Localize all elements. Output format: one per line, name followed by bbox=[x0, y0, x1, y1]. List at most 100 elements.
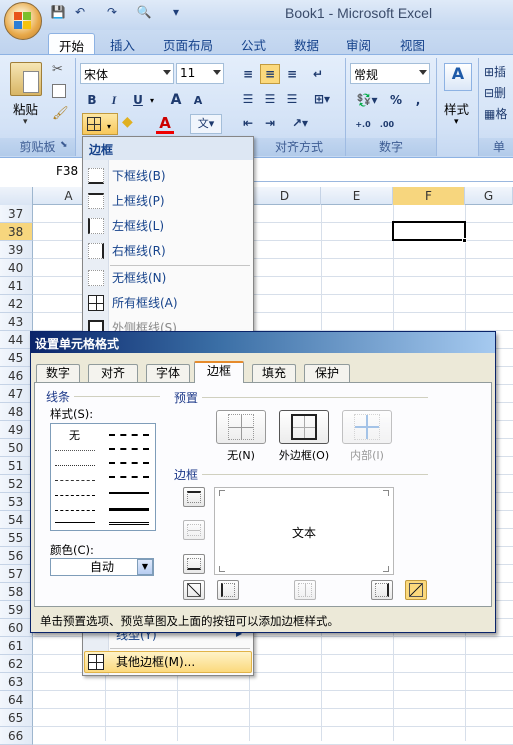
column-header-e[interactable]: E bbox=[321, 187, 393, 205]
row-header[interactable]: 38 bbox=[0, 223, 33, 241]
row-header[interactable]: 39 bbox=[0, 241, 33, 259]
tab-data[interactable]: 数据 bbox=[284, 33, 329, 55]
save-icon[interactable]: 💾 bbox=[50, 5, 66, 21]
bold-button[interactable]: B bbox=[82, 90, 102, 110]
menu-item-all-borders[interactable]: 所有框线(A) bbox=[112, 292, 178, 314]
format-painter-icon[interactable]: 🖌 bbox=[52, 106, 69, 121]
align-left-icon[interactable]: ☰ bbox=[238, 89, 258, 109]
tab-formulas[interactable]: 公式 bbox=[231, 33, 276, 55]
line-style-option[interactable] bbox=[55, 522, 95, 523]
qat-more-icon[interactable]: ▾ bbox=[168, 5, 184, 21]
line-style-none[interactable]: 无 bbox=[69, 427, 80, 443]
font-name-combo[interactable]: 宋体 bbox=[80, 63, 174, 84]
clipboard-launcher-icon[interactable]: ⬊ bbox=[60, 140, 68, 150]
row-header[interactable]: 55 bbox=[0, 529, 33, 547]
align-center-icon[interactable]: ☰ bbox=[260, 89, 280, 109]
row-header[interactable]: 48 bbox=[0, 403, 33, 421]
line-style-option[interactable] bbox=[109, 522, 149, 525]
font-color-icon[interactable]: A bbox=[156, 114, 174, 134]
name-box[interactable]: F38 bbox=[0, 162, 82, 182]
preset-outline-button[interactable] bbox=[279, 410, 329, 444]
italic-button[interactable]: I bbox=[104, 90, 124, 110]
dialog-tab-fill[interactable]: 填充 bbox=[252, 364, 296, 382]
cut-icon[interactable]: ✂ bbox=[52, 62, 63, 77]
copy-icon[interactable] bbox=[52, 84, 66, 98]
border-diagonal-down-button[interactable] bbox=[405, 580, 427, 600]
underline-button[interactable]: U bbox=[128, 90, 148, 110]
line-style-option[interactable] bbox=[109, 434, 149, 436]
styles-icon[interactable]: A bbox=[444, 63, 472, 91]
font-size-combo[interactable]: 11 bbox=[176, 63, 224, 84]
tab-insert[interactable]: 插入 bbox=[100, 33, 145, 55]
row-header[interactable]: 50 bbox=[0, 439, 33, 457]
row-header[interactable]: 49 bbox=[0, 421, 33, 439]
align-middle-icon[interactable]: ≡ bbox=[260, 64, 280, 84]
paste-button[interactable]: 粘贴 bbox=[13, 99, 38, 118]
line-style-option[interactable] bbox=[55, 480, 95, 481]
border-preview[interactable]: 文本 bbox=[214, 487, 394, 575]
row-header[interactable]: 41 bbox=[0, 277, 33, 295]
wrap-text-icon[interactable]: ↵ bbox=[308, 64, 328, 84]
line-style-option[interactable] bbox=[109, 448, 149, 450]
border-diagonal-up-button[interactable] bbox=[183, 580, 205, 600]
currency-icon[interactable]: 💱▾ bbox=[352, 90, 382, 110]
row-header[interactable]: 43 bbox=[0, 313, 33, 331]
preset-inside-button[interactable] bbox=[342, 410, 392, 444]
line-style-option[interactable] bbox=[55, 465, 95, 466]
column-header-g[interactable]: G bbox=[465, 187, 513, 205]
line-style-option[interactable] bbox=[109, 508, 149, 511]
row-header[interactable]: 46 bbox=[0, 367, 33, 385]
undo-icon[interactable]: ↶ bbox=[72, 5, 88, 21]
menu-item-more-borders[interactable]: 其他边框(M)... bbox=[116, 651, 195, 673]
active-cell[interactable] bbox=[392, 221, 466, 241]
row-header[interactable]: 42 bbox=[0, 295, 33, 313]
redo-icon[interactable]: ↷ bbox=[104, 5, 120, 21]
line-style-list[interactable]: 无 bbox=[50, 423, 156, 531]
align-bottom-icon[interactable]: ≡ bbox=[282, 64, 302, 84]
increase-indent-icon[interactable]: ⇥ bbox=[260, 113, 280, 133]
print-preview-icon[interactable]: 🔍 bbox=[136, 5, 152, 21]
grow-font-button[interactable]: A bbox=[166, 90, 186, 110]
row-header[interactable]: 57 bbox=[0, 565, 33, 583]
styles-button[interactable]: 样式 bbox=[444, 99, 469, 118]
row-header[interactable]: 63 bbox=[0, 673, 33, 691]
row-header[interactable]: 62 bbox=[0, 655, 33, 673]
line-style-option[interactable] bbox=[109, 492, 149, 494]
chevron-down-icon[interactable]: ▼ bbox=[137, 559, 153, 575]
line-style-option[interactable] bbox=[55, 510, 95, 511]
menu-item-bottom-border[interactable]: 下框线(B) bbox=[112, 165, 166, 187]
border-left-button[interactable] bbox=[217, 580, 239, 600]
phonetic-icon[interactable]: 文▾ bbox=[190, 114, 222, 134]
dialog-tab-alignment[interactable]: 对齐 bbox=[88, 364, 138, 382]
row-header[interactable]: 45 bbox=[0, 349, 33, 367]
decrease-indent-icon[interactable]: ⇤ bbox=[238, 113, 258, 133]
select-all-corner[interactable] bbox=[0, 187, 33, 205]
border-inside-horizontal-button[interactable] bbox=[183, 520, 205, 540]
border-bottom-button[interactable] bbox=[183, 554, 205, 574]
line-style-option[interactable] bbox=[55, 450, 95, 451]
row-header[interactable]: 58 bbox=[0, 583, 33, 601]
row-header[interactable]: 52 bbox=[0, 475, 33, 493]
column-header-f[interactable]: F bbox=[393, 187, 465, 205]
row-header[interactable]: 66 bbox=[0, 727, 33, 745]
column-header-d[interactable]: D bbox=[249, 187, 321, 205]
row-header[interactable]: 53 bbox=[0, 493, 33, 511]
tab-view[interactable]: 视图 bbox=[390, 33, 435, 55]
dialog-tab-protection[interactable]: 保护 bbox=[304, 364, 350, 382]
fill-color-icon[interactable]: ◆ bbox=[122, 114, 142, 134]
line-style-option[interactable] bbox=[109, 476, 149, 478]
menu-item-no-border[interactable]: 无框线(N) bbox=[112, 267, 166, 289]
row-header[interactable]: 40 bbox=[0, 259, 33, 277]
dialog-tab-border[interactable]: 边框 bbox=[194, 361, 244, 383]
row-header[interactable]: 51 bbox=[0, 457, 33, 475]
row-header[interactable]: 59 bbox=[0, 601, 33, 619]
row-header[interactable]: 61 bbox=[0, 637, 33, 655]
line-style-option[interactable] bbox=[109, 462, 149, 464]
tab-page-layout[interactable]: 页面布局 bbox=[153, 33, 223, 55]
border-button[interactable]: ▾ bbox=[82, 113, 118, 135]
format-cells-icon[interactable]: ▦格 bbox=[484, 105, 507, 122]
percent-button[interactable]: % bbox=[386, 90, 406, 110]
row-header[interactable]: 60 bbox=[0, 619, 33, 637]
align-right-icon[interactable]: ☰ bbox=[282, 89, 302, 109]
orientation-icon[interactable]: ↗▾ bbox=[286, 113, 314, 133]
